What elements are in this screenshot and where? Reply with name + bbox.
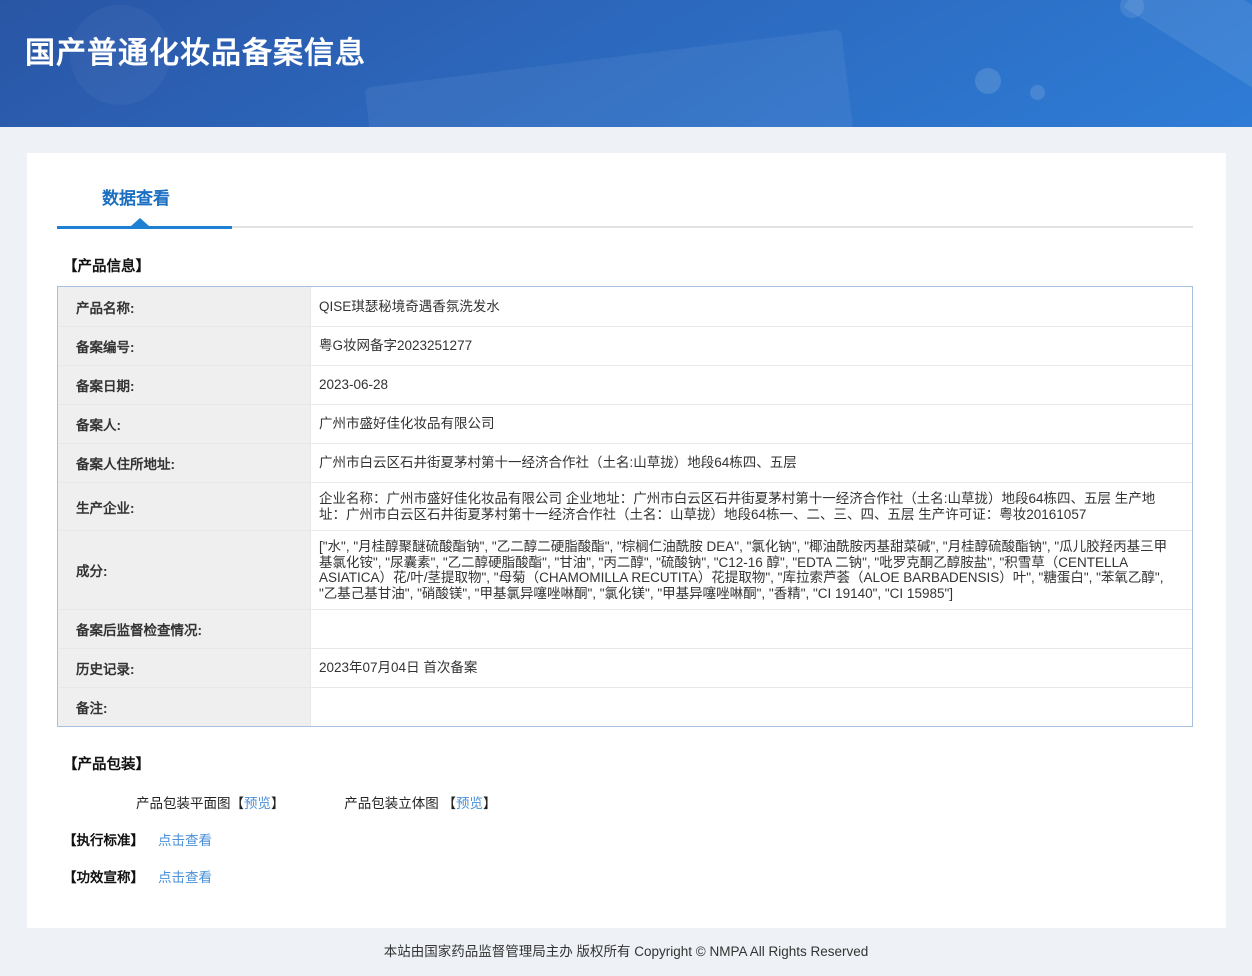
bracket-open: 【 (443, 796, 457, 811)
banner-decor-circle (975, 68, 1001, 94)
table-row: 备案后监督检查情况: (58, 609, 1192, 648)
bracket-open: 【 (231, 796, 245, 811)
tab-data-view[interactable]: 数据查看 (102, 184, 170, 209)
standard-row: 【执行标准】点击查看 (63, 829, 1226, 849)
table-row: 历史记录: 2023年07月04日 首次备案 (58, 648, 1192, 687)
packaging-flat-item: 产品包装平面图【预览】 (136, 792, 285, 812)
packaging-flat-label: 产品包装平面图 (136, 796, 231, 811)
tab-bar: 数据查看 (27, 153, 1226, 229)
packaging-flat-preview-link[interactable]: 预览 (244, 796, 271, 811)
table-row: 备案日期: 2023-06-28 (58, 365, 1192, 404)
table-row: 成分: ["水", "月桂醇聚醚硫酸酯钠", "乙二醇二硬脂酸酯", "棕榈仁油… (58, 530, 1192, 609)
bracket-close: 】 (271, 796, 285, 811)
tab-divider-line (232, 226, 1193, 228)
packaging-3d-label: 产品包装立体图 (344, 796, 442, 811)
banner-decor-cube (364, 29, 855, 127)
row-label: 备案人: (58, 405, 311, 443)
row-label: 备案人住所地址: (58, 444, 311, 482)
bracket-close: 】 (483, 796, 497, 811)
table-row: 备案人住所地址: 广州市白云区石井街夏茅村第十一经济合作社（土名:山草拢）地段6… (58, 443, 1192, 482)
claims-row: 【功效宣称】点击查看 (63, 866, 1226, 886)
row-value: 广州市白云区石井街夏茅村第十一经济合作社（土名:山草拢）地段64栋四、五层 (311, 444, 1192, 482)
tab-pointer-icon (131, 218, 149, 226)
page-footer: 本站由国家药品监督管理局主办 版权所有 Copyright © NMPA All… (0, 928, 1252, 960)
table-row: 产品名称: QISE琪瑟秘境奇遇香氛洗发水 (58, 287, 1192, 326)
row-value: 广州市盛好佳化妆品有限公司 (311, 405, 1192, 443)
claims-view-link[interactable]: 点击查看 (158, 870, 212, 885)
row-value: QISE琪瑟秘境奇遇香氛洗发水 (311, 287, 1192, 326)
table-row: 生产企业: 企业名称：广州市盛好佳化妆品有限公司 企业地址：广州市白云区石井街夏… (58, 482, 1192, 530)
standard-view-link[interactable]: 点击查看 (158, 833, 212, 848)
row-label: 备注: (58, 688, 311, 726)
row-label: 备案编号: (58, 327, 311, 365)
row-value: 企业名称：广州市盛好佳化妆品有限公司 企业地址：广州市白云区石井街夏茅村第十一经… (311, 483, 1192, 530)
row-value: 2023-06-28 (311, 366, 1192, 404)
packaging-3d-item: 产品包装立体图 【预览】 (344, 792, 496, 812)
packaging-links-row: 产品包装平面图【预览】 产品包装立体图 【预览】 (136, 792, 1226, 812)
row-label: 历史记录: (58, 649, 311, 687)
page-banner: 国产普通化妆品备案信息 (0, 0, 1252, 127)
section-title-standard: 【执行标准】 (63, 833, 144, 848)
content-card: 数据查看 【产品信息】 产品名称: QISE琪瑟秘境奇遇香氛洗发水 备案编号: … (27, 153, 1226, 928)
row-value: 2023年07月04日 首次备案 (311, 649, 1192, 687)
tab-active-indicator (57, 226, 232, 229)
section-title-claims: 【功效宣称】 (63, 870, 144, 885)
packaging-3d-preview-link[interactable]: 预览 (456, 796, 483, 811)
row-value: ["水", "月桂醇聚醚硫酸酯钠", "乙二醇二硬脂酸酯", "棕榈仁油酰胺 D… (311, 531, 1192, 609)
table-row: 备案人: 广州市盛好佳化妆品有限公司 (58, 404, 1192, 443)
product-info-table: 产品名称: QISE琪瑟秘境奇遇香氛洗发水 备案编号: 粤G妆网备字202325… (57, 286, 1193, 727)
row-value (311, 610, 1192, 648)
row-label: 备案后监督检查情况: (58, 610, 311, 648)
row-value (311, 688, 1192, 726)
section-title-packaging: 【产品包装】 (63, 753, 1226, 774)
table-row: 备注: (58, 687, 1192, 726)
section-title-product-info: 【产品信息】 (63, 255, 1226, 276)
tab-underline (57, 221, 1193, 229)
row-label: 生产企业: (58, 483, 311, 530)
table-row: 备案编号: 粤G妆网备字2023251277 (58, 326, 1192, 365)
page-title: 国产普通化妆品备案信息 (25, 28, 366, 72)
banner-decor-circle (1030, 85, 1045, 100)
row-label: 成分: (58, 531, 311, 609)
row-label: 产品名称: (58, 287, 311, 326)
banner-decor-band (1124, 0, 1252, 92)
row-value: 粤G妆网备字2023251277 (311, 327, 1192, 365)
row-label: 备案日期: (58, 366, 311, 404)
